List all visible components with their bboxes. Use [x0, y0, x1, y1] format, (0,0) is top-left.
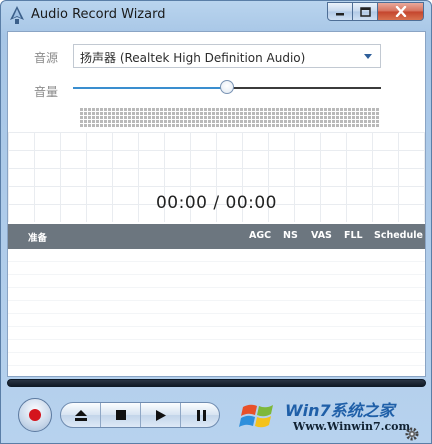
column-header-status[interactable]: 准备: [28, 230, 47, 244]
volume-slider-thumb[interactable]: [220, 80, 234, 94]
list-header: 准备 AGC NS VAS FLL Schedule: [8, 224, 425, 249]
watermark-url: Www.Winwin7.com: [293, 420, 411, 433]
title-bar[interactable]: Audio Record Wizard: [1, 1, 431, 29]
recording-list[interactable]: [8, 249, 425, 376]
app-logo-icon: [10, 6, 24, 24]
play-icon: [155, 409, 166, 421]
record-icon: [29, 409, 41, 421]
minimize-button[interactable]: [327, 2, 353, 21]
volume-label: 音量: [34, 85, 59, 99]
maximize-icon: [359, 6, 371, 17]
stop-button[interactable]: [101, 403, 141, 427]
playback-controls: [60, 402, 220, 428]
time-display: 00:00 / 00:00: [155, 193, 278, 213]
level-meter: [80, 108, 380, 128]
close-icon: [395, 6, 406, 17]
column-header-fll[interactable]: FLL: [344, 230, 363, 241]
eject-icon: [74, 409, 87, 421]
volume-slider-fill: [73, 87, 227, 89]
minimize-icon: [336, 12, 344, 15]
pause-icon: [196, 409, 206, 421]
source-select-value: 扬声器 (Realtek High Definition Audio): [80, 51, 306, 65]
transport-bar: Win7系统之家 Www.Winwin7.com: [1, 389, 431, 443]
chevron-down-icon: [364, 54, 372, 59]
record-button[interactable]: [18, 398, 52, 432]
source-select[interactable]: 扬声器 (Realtek High Definition Audio): [73, 44, 381, 68]
maximize-button[interactable]: [352, 2, 378, 21]
main-panel: 音源 扬声器 (Realtek High Definition Audio) 音…: [7, 31, 426, 377]
column-header-ns[interactable]: NS: [283, 230, 298, 241]
column-header-vas[interactable]: VAS: [311, 230, 332, 241]
watermark-brand: Win7系统之家: [285, 401, 395, 420]
stop-icon: [115, 410, 126, 420]
volume-slider[interactable]: [73, 80, 381, 94]
play-button[interactable]: [141, 403, 181, 427]
eject-button[interactable]: [61, 403, 101, 427]
windows-logo-icon: [239, 404, 273, 428]
seek-bar[interactable]: [7, 379, 426, 387]
gear-icon[interactable]: [404, 426, 420, 442]
column-header-schedule[interactable]: Schedule: [374, 230, 423, 241]
close-button[interactable]: [377, 2, 424, 21]
source-label: 音源: [34, 51, 59, 65]
window-title: Audio Record Wizard: [31, 7, 166, 22]
column-header-agc[interactable]: AGC: [249, 230, 271, 241]
app-window: Audio Record Wizard 音源 扬声器 (Realtek High…: [0, 0, 432, 444]
pause-button[interactable]: [181, 403, 221, 427]
